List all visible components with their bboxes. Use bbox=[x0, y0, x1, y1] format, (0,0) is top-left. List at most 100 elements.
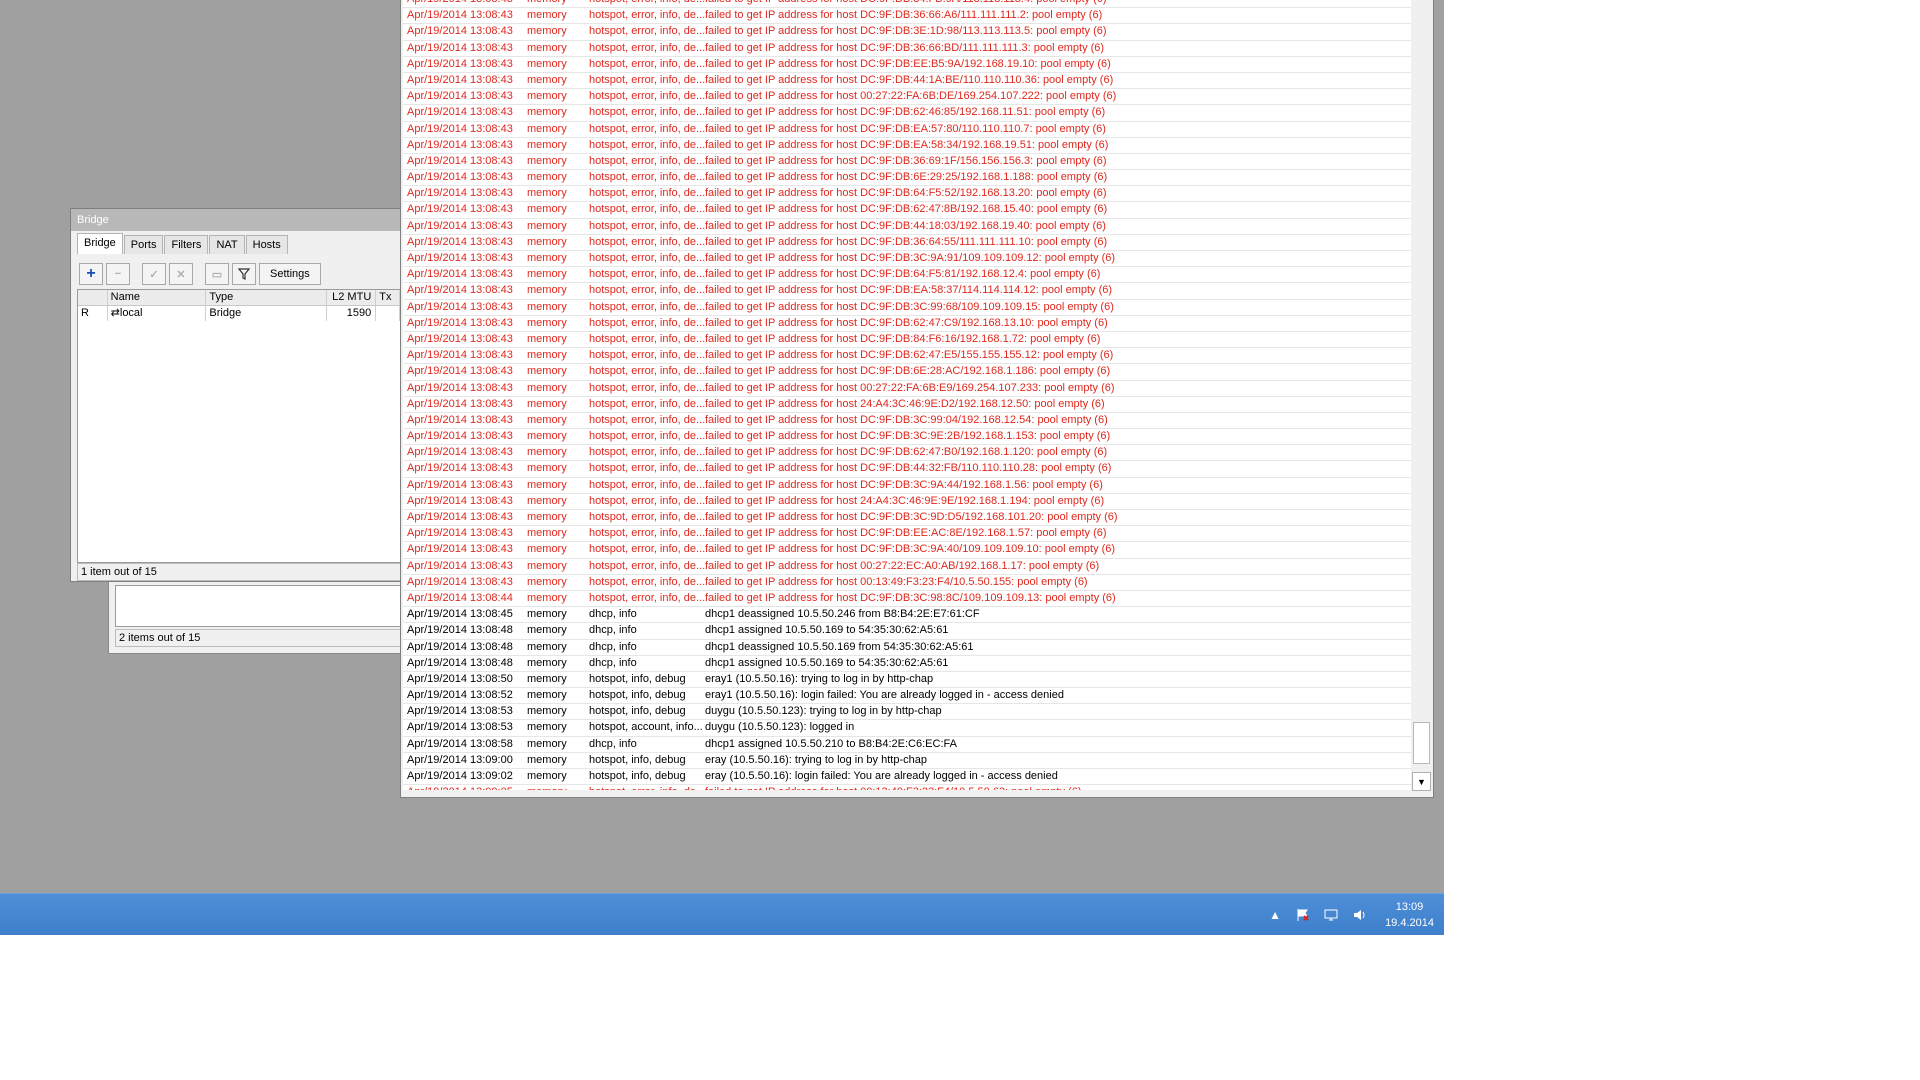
column-l2mtu[interactable]: L2 MTU bbox=[327, 290, 377, 305]
log-row[interactable]: Apr/19/2014 13:08:43memoryhotspot, error… bbox=[403, 542, 1411, 559]
column-type[interactable]: Type bbox=[206, 290, 327, 305]
log-row[interactable]: Apr/19/2014 13:08:48 memory dhcp, info dhcp… bbox=[403, 623, 1411, 640]
log-buffer: memory bbox=[527, 381, 567, 394]
log-row[interactable]: Apr/19/2014 13:08:43memoryhotspot, error… bbox=[403, 478, 1411, 494]
column-tx[interactable]: Tx bbox=[376, 290, 400, 305]
filter-button[interactable] bbox=[232, 263, 256, 285]
log-message: failed to get IP address for host DC:9F:… bbox=[705, 430, 1111, 443]
log-row[interactable]: Apr/19/2014 13:08:53 memory hotspot, accou… bbox=[403, 720, 1411, 737]
enable-button[interactable]: ✓ bbox=[142, 263, 166, 285]
remove-button[interactable]: − bbox=[106, 263, 130, 285]
hosts-list[interactable] bbox=[115, 585, 405, 627]
log-row[interactable]: Apr/19/2014 13:08:50 memory hotspot, info,… bbox=[403, 672, 1411, 689]
log-message: failed to get IP address for host 24:A4:… bbox=[705, 494, 1105, 507]
log-list[interactable]: Apr/19/2014 13:08:43 memory hotspot, error… bbox=[403, 0, 1412, 790]
log-time: Apr/19/2014 13:08:43 bbox=[407, 171, 513, 184]
flag-icon[interactable] bbox=[1295, 907, 1311, 923]
log-row[interactable]: Apr/19/2014 13:09:02 memory hotspot, info,… bbox=[403, 769, 1411, 786]
log-buffer: memory bbox=[527, 235, 567, 248]
log-row[interactable]: Apr/19/2014 13:08:52 memory hotspot, info,… bbox=[403, 688, 1411, 705]
log-row[interactable]: Apr/19/2014 13:08:43memoryhotspot, error… bbox=[403, 73, 1411, 90]
tab-bridge[interactable]: Bridge bbox=[77, 233, 123, 254]
scroll-thumb[interactable] bbox=[1413, 722, 1430, 764]
log-buffer: memory bbox=[527, 154, 567, 167]
column-flag[interactable] bbox=[78, 290, 108, 305]
log-row[interactable]: Apr/19/2014 13:08:43memoryhotspot, error… bbox=[403, 251, 1411, 268]
log-row[interactable]: Apr/19/2014 13:08:43memoryhotspot, error… bbox=[403, 526, 1411, 543]
log-buffer: memory bbox=[527, 316, 567, 329]
log-topics: hotspot, error, info, de... bbox=[589, 252, 705, 264]
log-row[interactable]: Apr/19/2014 13:08:43memoryhotspot, error… bbox=[403, 0, 1411, 9]
log-message: dhcp1 assigned 10.5.50.210 to B8:B4:2E:C… bbox=[705, 737, 957, 750]
scroll-down-button[interactable]: ▼ bbox=[1412, 772, 1431, 791]
log-row[interactable]: Apr/19/2014 13:08:43memoryhotspot, error… bbox=[403, 461, 1411, 478]
log-row[interactable]: Apr/19/2014 13:08:43memoryhotspot, error… bbox=[403, 235, 1411, 251]
log-row[interactable]: Apr/19/2014 13:08:43memoryhotspot, error… bbox=[403, 170, 1411, 187]
log-message: failed to get IP address for host DC:9F:… bbox=[705, 9, 1103, 22]
log-row[interactable]: Apr/19/2014 13:08:43memoryhotspot, error… bbox=[403, 429, 1411, 446]
chevron-up-icon[interactable]: ▲ bbox=[1267, 907, 1283, 923]
log-row[interactable]: Apr/19/2014 13:08:43memoryhotspot, error… bbox=[403, 202, 1411, 219]
log-row[interactable]: Apr/19/2014 13:08:48 memory dhcp, info dhcp… bbox=[403, 640, 1411, 656]
log-row[interactable]: Apr/19/2014 13:08:43memoryhotspot, error… bbox=[403, 8, 1411, 25]
log-row[interactable]: Apr/19/2014 13:08:43memoryhotspot, error… bbox=[403, 575, 1411, 591]
clock[interactable]: 13:09 19.4.2014 bbox=[1385, 899, 1434, 931]
speaker-icon[interactable] bbox=[1351, 907, 1367, 923]
network-icon[interactable] bbox=[1323, 907, 1339, 923]
log-message: failed to get IP address for host DC:9F:… bbox=[705, 0, 1411, 7]
settings-button[interactable]: Settings bbox=[259, 263, 321, 285]
log-row[interactable]: Apr/19/2014 13:09:00 memory hotspot, info,… bbox=[403, 753, 1411, 769]
log-topics: hotspot, error, info, de... bbox=[589, 430, 705, 443]
log-row[interactable]: Apr/19/2014 13:08:53 memory hotspot, info,… bbox=[403, 704, 1411, 721]
log-topics: hotspot, error, info, de... bbox=[589, 171, 705, 184]
log-row[interactable]: Apr/19/2014 13:08:43memoryhotspot, error… bbox=[403, 494, 1411, 510]
table-row[interactable]: R ⇄local Bridge 1590 bbox=[78, 306, 400, 321]
log-row[interactable]: Apr/19/2014 13:08:43memoryhotspot, error… bbox=[403, 219, 1411, 235]
log-row[interactable]: Apr/19/2014 13:08:43memoryhotspot, error… bbox=[403, 267, 1411, 284]
comment-button[interactable]: ▭ bbox=[205, 263, 229, 285]
log-buffer: memory bbox=[527, 430, 567, 443]
log-row[interactable]: Apr/19/2014 13:08:43memoryhotspot, error… bbox=[403, 559, 1411, 575]
log-row[interactable]: Apr/19/2014 13:08:43memoryhotspot, error… bbox=[403, 300, 1411, 316]
log-row[interactable]: Apr/19/2014 13:08:43memoryhotspot, error… bbox=[403, 348, 1411, 365]
log-row[interactable]: Apr/19/2014 13:08:43memoryhotspot, error… bbox=[403, 510, 1411, 527]
log-buffer: memory bbox=[527, 106, 567, 119]
tab-filters[interactable]: Filters bbox=[164, 235, 209, 254]
log-row[interactable]: Apr/19/2014 13:08:43memoryhotspot, error… bbox=[403, 186, 1411, 203]
log-message: dhcp1 assigned 10.5.50.169 to 54:35:30:6… bbox=[705, 656, 949, 669]
log-topics: hotspot, error, info, de... bbox=[589, 316, 705, 329]
tab-nat[interactable]: NAT bbox=[209, 235, 245, 254]
log-row[interactable]: Apr/19/2014 13:08:43memoryhotspot, error… bbox=[403, 332, 1411, 349]
bridge-window-title[interactable]: Bridge bbox=[71, 209, 401, 231]
log-scrollbar[interactable]: ▼ bbox=[1411, 0, 1431, 791]
tab-hosts[interactable]: Hosts bbox=[245, 235, 288, 254]
log-row[interactable]: Apr/19/2014 13:08:43memoryhotspot, error… bbox=[403, 381, 1411, 397]
log-row[interactable]: Apr/19/2014 13:08:43memoryhotspot, error… bbox=[403, 89, 1411, 106]
log-row[interactable]: Apr/19/2014 13:08:43memoryhotspot, error… bbox=[403, 413, 1411, 430]
log-row[interactable]: Apr/19/2014 13:08:43memoryhotspot, error… bbox=[403, 397, 1411, 413]
add-button[interactable]: + bbox=[79, 263, 103, 285]
log-row[interactable]: Apr/19/2014 13:08:43memoryhotspot, error… bbox=[403, 138, 1411, 154]
log-row[interactable]: Apr/19/2014 13:08:43memoryhotspot, error… bbox=[403, 41, 1411, 57]
log-buffer: memory bbox=[527, 90, 567, 103]
filter-icon bbox=[238, 268, 250, 280]
log-row[interactable]: Apr/19/2014 13:08:58 memory dhcp, info dhcp… bbox=[403, 737, 1411, 753]
log-row[interactable]: Apr/19/2014 13:08:44 memory hotspot, error… bbox=[403, 591, 1411, 608]
log-row[interactable]: Apr/19/2014 13:08:43memoryhotspot, error… bbox=[403, 283, 1411, 300]
log-row[interactable]: Apr/19/2014 13:08:45 memory dhcp, info dhcp… bbox=[403, 607, 1411, 624]
log-row[interactable]: Apr/19/2014 13:08:43memoryhotspot, error… bbox=[403, 105, 1411, 122]
disable-button[interactable]: ✕ bbox=[169, 263, 193, 285]
column-name[interactable]: Name bbox=[108, 290, 207, 305]
log-row[interactable]: Apr/19/2014 13:08:48 memory dhcp, info dhcp… bbox=[403, 656, 1411, 672]
log-row[interactable]: Apr/19/2014 13:08:43memoryhotspot, error… bbox=[403, 154, 1411, 171]
log-row[interactable]: Apr/19/2014 13:08:43memoryhotspot, error… bbox=[403, 24, 1411, 41]
log-row[interactable]: Apr/19/2014 13:08:43memoryhotspot, error… bbox=[403, 316, 1411, 332]
log-topics: hotspot, error, info, de... bbox=[589, 25, 705, 38]
log-row[interactable]: Apr/19/2014 13:08:43memoryhotspot, error… bbox=[403, 57, 1411, 73]
tab-ports[interactable]: Ports bbox=[123, 235, 164, 254]
log-topics: hotspot, error, info, de... bbox=[589, 494, 705, 507]
log-row[interactable]: Apr/19/2014 13:08:43memoryhotspot, error… bbox=[403, 364, 1411, 381]
log-row[interactable]: Apr/19/2014 13:08:43memoryhotspot, error… bbox=[403, 122, 1411, 138]
log-row[interactable]: Apr/19/2014 13:08:43memoryhotspot, error… bbox=[403, 445, 1411, 462]
log-row[interactable]: Apr/19/2014 13:09:05memoryhotspot, error… bbox=[403, 785, 1411, 790]
